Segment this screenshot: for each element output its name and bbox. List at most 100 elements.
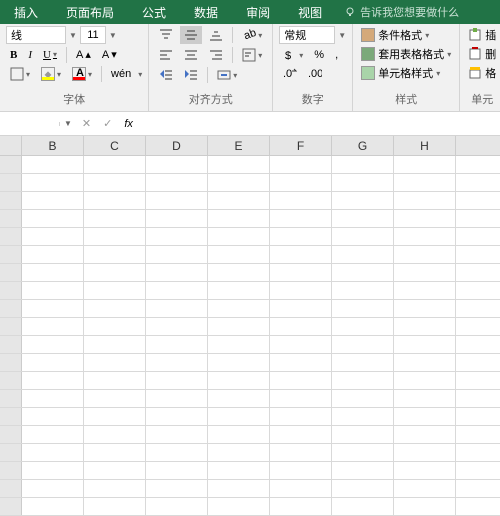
cell[interactable] [208,156,270,173]
cell[interactable] [22,192,84,209]
cell[interactable] [270,354,332,371]
cell[interactable] [270,246,332,263]
align-middle-button[interactable] [180,26,202,44]
comma-button[interactable]: , [331,47,342,63]
cell[interactable] [84,408,146,425]
cell[interactable] [208,444,270,461]
cell[interactable] [22,174,84,191]
name-box[interactable] [0,122,60,126]
cell[interactable] [332,246,394,263]
cell[interactable] [332,480,394,497]
underline-button[interactable]: U▾ [39,47,61,63]
currency-button[interactable]: $▾ [279,46,307,64]
row-header[interactable] [0,264,22,281]
cell[interactable] [332,282,394,299]
cell[interactable] [270,390,332,407]
row-header[interactable] [0,336,22,353]
cell[interactable] [394,300,456,317]
cell[interactable] [208,210,270,227]
increase-decimal-button[interactable]: .0 [279,66,301,84]
cell[interactable] [146,498,208,515]
cell[interactable] [84,282,146,299]
cell[interactable] [394,192,456,209]
cell[interactable] [22,210,84,227]
col-header[interactable]: C [84,136,146,155]
cell[interactable] [22,372,84,389]
cell[interactable] [270,228,332,245]
cell[interactable] [270,372,332,389]
delete-cells-button[interactable]: 删 [466,45,498,63]
cell[interactable] [270,156,332,173]
row-header[interactable] [0,444,22,461]
cell[interactable] [394,408,456,425]
cell[interactable] [332,210,394,227]
cell[interactable] [146,174,208,191]
cell[interactable] [332,372,394,389]
cell[interactable] [84,210,146,227]
row-header[interactable] [0,408,22,425]
cell[interactable] [146,246,208,263]
align-center-button[interactable] [180,46,202,64]
align-left-button[interactable] [155,46,177,64]
cell[interactable] [84,390,146,407]
row-header[interactable] [0,300,22,317]
cell[interactable] [208,300,270,317]
cell[interactable] [270,264,332,281]
row-header[interactable] [0,318,22,335]
cell[interactable] [84,264,146,281]
cell[interactable] [22,480,84,497]
cell[interactable] [84,156,146,173]
cell[interactable] [146,156,208,173]
cell[interactable] [270,480,332,497]
cell[interactable] [146,372,208,389]
cell[interactable] [270,498,332,515]
cell[interactable] [270,192,332,209]
italic-button[interactable]: I [24,47,36,63]
orientation-button[interactable]: ab▾ [238,26,266,44]
col-header[interactable]: H [394,136,456,155]
cell[interactable] [22,444,84,461]
cell[interactable] [208,390,270,407]
cell[interactable] [146,318,208,335]
cell[interactable] [84,462,146,479]
cell[interactable] [146,354,208,371]
table-format-button[interactable]: 套用表格格式▾ [359,45,453,63]
cell[interactable] [270,174,332,191]
cell[interactable] [394,228,456,245]
cell[interactable] [270,462,332,479]
cell[interactable] [208,318,270,335]
cell[interactable] [394,426,456,443]
cancel-button[interactable]: ✕ [76,115,97,132]
row-header[interactable] [0,462,22,479]
conditional-format-button[interactable]: 条件格式▾ [359,26,453,44]
cell[interactable] [332,426,394,443]
font-color-button[interactable]: A▾ [68,65,96,83]
cell[interactable] [270,282,332,299]
cell[interactable] [84,336,146,353]
font-name-input[interactable] [6,26,66,44]
align-bottom-button[interactable] [205,26,227,44]
row-header[interactable] [0,372,22,389]
cell[interactable] [394,390,456,407]
cell[interactable] [22,354,84,371]
cell[interactable] [394,372,456,389]
enter-button[interactable]: ✓ [97,115,118,132]
cell[interactable] [84,318,146,335]
cell[interactable] [84,246,146,263]
name-box-dropdown[interactable]: ▼ [60,119,76,128]
cell[interactable] [208,192,270,209]
cell[interactable] [208,480,270,497]
cell[interactable] [146,300,208,317]
cell[interactable] [394,210,456,227]
cell[interactable] [394,318,456,335]
cell[interactable] [146,282,208,299]
col-header[interactable]: E [208,136,270,155]
cell[interactable] [332,192,394,209]
cell[interactable] [22,390,84,407]
cell[interactable] [84,192,146,209]
merge-button[interactable]: ▾ [213,66,241,84]
cell[interactable] [208,174,270,191]
cell[interactable] [146,228,208,245]
cell[interactable] [332,156,394,173]
tab-layout[interactable]: 页面布局 [52,0,128,24]
